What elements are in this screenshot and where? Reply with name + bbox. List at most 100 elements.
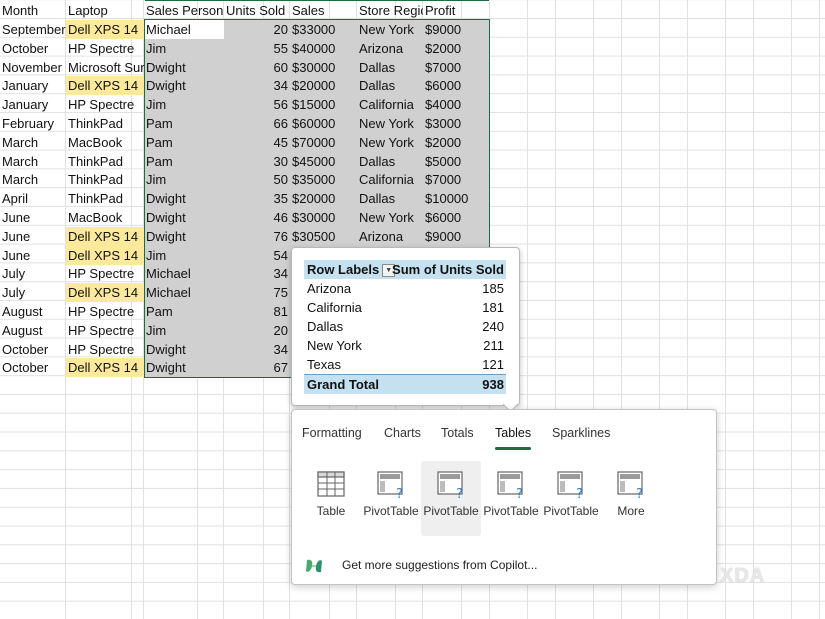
cell-month[interactable]: October bbox=[0, 340, 66, 359]
header-store-region[interactable]: Store Regic bbox=[357, 1, 423, 20]
cell-laptop[interactable]: HP Spectre bbox=[66, 95, 144, 114]
cell-month[interactable]: June bbox=[0, 227, 66, 246]
option-pivottable-4[interactable]: ? PivotTable bbox=[541, 461, 601, 536]
cell-profit[interactable]: $10000 bbox=[423, 189, 490, 209]
cell-profit[interactable]: $2000 bbox=[423, 132, 490, 152]
cell-units-sold[interactable]: 50 bbox=[224, 170, 290, 190]
cell-sales-person[interactable]: Dwight bbox=[144, 358, 224, 378]
cell-units-sold[interactable]: 60 bbox=[224, 57, 290, 77]
cell-sales[interactable]: $20000 bbox=[290, 76, 357, 96]
cell-month[interactable]: February bbox=[0, 114, 66, 133]
cell-sales-person[interactable]: Dwight bbox=[144, 57, 224, 77]
cell-sales-person[interactable]: Dwight bbox=[144, 339, 224, 359]
header-units-sold[interactable]: Units Sold bbox=[224, 1, 290, 20]
cell-store-region[interactable]: Dallas bbox=[357, 76, 423, 96]
cell-sales[interactable]: $20000 bbox=[290, 189, 357, 209]
cell-profit[interactable]: $7000 bbox=[423, 57, 490, 77]
cell-month[interactable]: August bbox=[0, 321, 66, 340]
cell-sales-person[interactable]: Michael bbox=[144, 264, 224, 284]
cell-units-sold[interactable]: 81 bbox=[224, 302, 290, 321]
header-month[interactable]: Month bbox=[0, 1, 66, 20]
cell-units-sold[interactable]: 45 bbox=[224, 132, 290, 152]
cell-sales-person[interactable]: Pam bbox=[144, 302, 224, 321]
cell-month[interactable]: March bbox=[0, 152, 66, 171]
option-pivottable-2[interactable]: ? PivotTable bbox=[421, 461, 481, 536]
copilot-suggestions-link[interactable]: Get more suggestions from Copilot... bbox=[304, 558, 537, 574]
cell-profit[interactable]: $9000 bbox=[423, 226, 490, 246]
tab-charts[interactable]: Charts bbox=[384, 426, 421, 440]
cell-month[interactable]: October bbox=[0, 39, 66, 58]
cell-units-sold[interactable]: 76 bbox=[224, 226, 290, 246]
cell-sales[interactable]: $30000 bbox=[290, 208, 357, 227]
cell-units-sold[interactable]: 75 bbox=[224, 283, 290, 303]
cell-laptop[interactable]: ThinkPad bbox=[66, 114, 144, 133]
cell-store-region[interactable]: Arizona bbox=[357, 226, 423, 246]
option-pivottable-3[interactable]: ? PivotTable bbox=[481, 461, 541, 536]
cell-units-sold[interactable]: 34 bbox=[224, 339, 290, 359]
cell-sales[interactable]: $15000 bbox=[290, 95, 357, 115]
cell-sales[interactable]: $70000 bbox=[290, 132, 357, 152]
cell-month[interactable]: September bbox=[0, 20, 66, 39]
cell-sales-person[interactable]: Dwight bbox=[144, 208, 224, 227]
header-profit[interactable]: Profit bbox=[423, 1, 490, 20]
cell-sales[interactable]: $40000 bbox=[290, 38, 357, 58]
header-sales-person[interactable]: Sales Person bbox=[144, 1, 224, 20]
cell-units-sold[interactable]: 67 bbox=[224, 358, 290, 378]
cell-laptop[interactable]: HP Spectre bbox=[66, 264, 144, 283]
cell-units-sold[interactable]: 34 bbox=[224, 76, 290, 96]
cell-month[interactable]: January bbox=[0, 76, 66, 95]
cell-sales[interactable]: $45000 bbox=[290, 151, 357, 171]
cell-laptop[interactable]: MacBook bbox=[66, 208, 144, 227]
cell-store-region[interactable]: Dallas bbox=[357, 57, 423, 77]
cell-sales-person[interactable]: Jim bbox=[144, 170, 224, 190]
cell-profit[interactable]: $7000 bbox=[423, 170, 490, 190]
cell-profit[interactable]: $6000 bbox=[423, 76, 490, 96]
cell-laptop[interactable]: ThinkPad bbox=[66, 170, 144, 189]
cell-laptop[interactable]: Dell XPS 14 bbox=[66, 358, 144, 378]
cell-units-sold[interactable]: 20 bbox=[224, 20, 290, 39]
cell-sales[interactable]: $33000 bbox=[290, 20, 357, 39]
cell-units-sold[interactable]: 55 bbox=[224, 38, 290, 58]
option-pivottable-1[interactable]: ? PivotTable bbox=[361, 461, 421, 536]
cell-laptop[interactable]: Dell XPS 14 bbox=[66, 226, 144, 246]
cell-month[interactable]: July bbox=[0, 283, 66, 302]
cell-month[interactable]: January bbox=[0, 95, 66, 114]
cell-month[interactable]: April bbox=[0, 189, 66, 208]
cell-laptop[interactable]: Microsoft Sur bbox=[66, 58, 144, 77]
cell-profit[interactable]: $6000 bbox=[423, 208, 490, 227]
cell-sales-person[interactable]: Jim bbox=[144, 245, 224, 265]
cell-month[interactable]: October bbox=[0, 358, 66, 377]
cell-laptop[interactable]: Dell XPS 14 bbox=[66, 245, 144, 265]
cell-month[interactable]: June bbox=[0, 208, 66, 227]
cell-month[interactable]: June bbox=[0, 246, 66, 265]
cell-sales-person[interactable]: Dwight bbox=[144, 226, 224, 246]
cell-sales-person[interactable]: Pam bbox=[144, 132, 224, 152]
cell-sales-person[interactable]: Pam bbox=[144, 151, 224, 171]
header-sales[interactable]: Sales bbox=[290, 1, 357, 20]
tab-sparklines[interactable]: Sparklines bbox=[552, 426, 610, 440]
cell-sales-person[interactable]: Jim bbox=[144, 320, 224, 340]
cell-laptop[interactable]: Dell XPS 14 bbox=[66, 20, 144, 39]
tab-totals[interactable]: Totals bbox=[441, 426, 474, 440]
cell-profit[interactable]: $9000 bbox=[423, 20, 490, 39]
cell-sales[interactable]: $60000 bbox=[290, 114, 357, 133]
cell-units-sold[interactable]: 20 bbox=[224, 320, 290, 340]
cell-laptop[interactable]: ThinkPad bbox=[66, 152, 144, 171]
cell-sales-person[interactable]: Jim bbox=[144, 38, 224, 58]
cell-units-sold[interactable]: 66 bbox=[224, 114, 290, 133]
cell-units-sold[interactable]: 34 bbox=[224, 264, 290, 284]
cell-month[interactable]: July bbox=[0, 264, 66, 283]
option-table[interactable]: Table bbox=[301, 461, 361, 536]
cell-month[interactable]: March bbox=[0, 133, 66, 152]
cell-laptop[interactable]: HP Spectre bbox=[66, 340, 144, 359]
cell-sales-person[interactable]: Jim bbox=[144, 95, 224, 115]
cell-units-sold[interactable]: 54 bbox=[224, 245, 290, 265]
cell-sales[interactable]: $35000 bbox=[290, 170, 357, 190]
pivot-preview-card[interactable]: Row Labels ▼ Sum of Units Sold Arizona 185… bbox=[291, 247, 520, 406]
cell-store-region[interactable]: Dallas bbox=[357, 189, 423, 209]
tab-tables[interactable]: Tables bbox=[495, 426, 532, 450]
cell-store-region[interactable]: New York bbox=[357, 20, 423, 39]
tab-formatting[interactable]: Formatting bbox=[302, 426, 362, 440]
cell-sales[interactable]: $30500 bbox=[290, 226, 357, 246]
cell-profit[interactable]: $2000 bbox=[423, 38, 490, 58]
